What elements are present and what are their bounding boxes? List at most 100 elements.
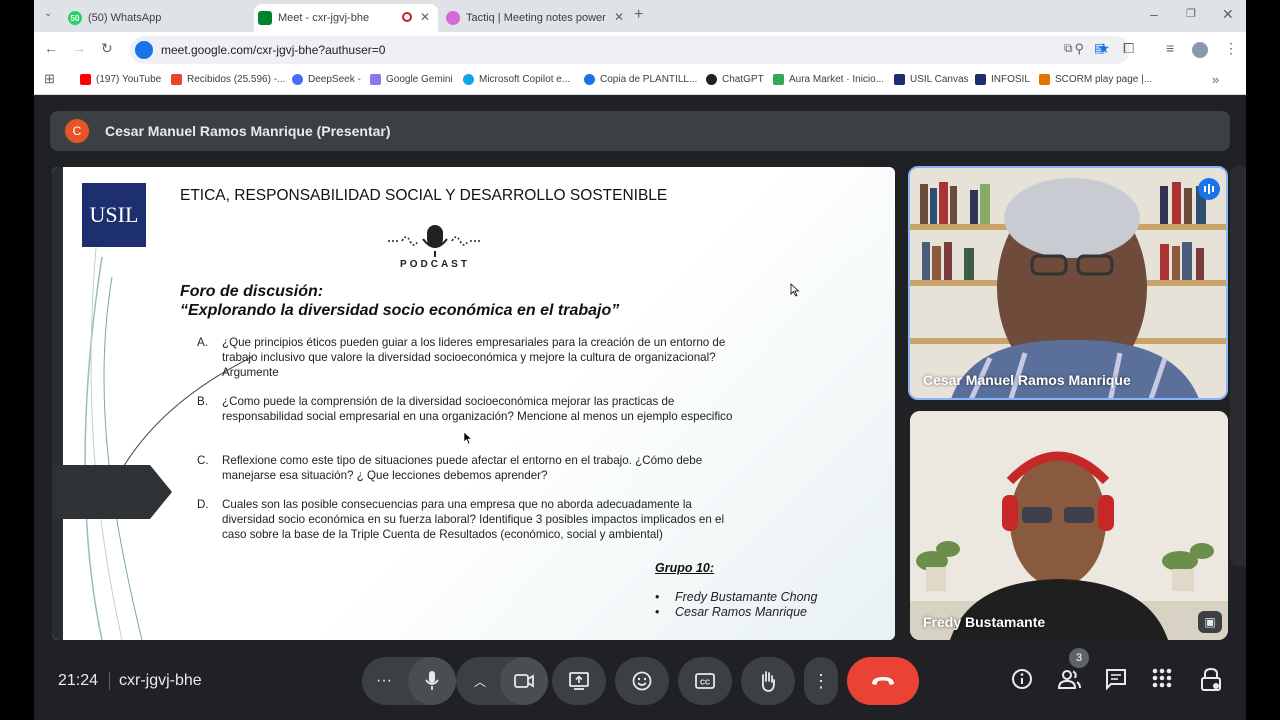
activities-button[interactable]	[1152, 668, 1172, 693]
bookmark-copilot[interactable]: Microsoft Copilot e...	[463, 74, 570, 85]
apps-grid-icon[interactable]: ⊞	[44, 71, 55, 87]
bookmark-aura-market[interactable]: Aura Market · Inicio...	[773, 74, 884, 85]
bookmark-usil-canvas[interactable]: USIL Canvas	[894, 74, 969, 85]
emoji-icon	[632, 671, 652, 691]
question-letter: C.	[197, 454, 209, 467]
more-vert-icon: ⋮	[812, 670, 830, 691]
tab-label: Meet - cxr-jgvj-bhe	[278, 12, 370, 24]
menu-icon[interactable]: ⋮	[1224, 40, 1238, 57]
participant-tile-fredy[interactable]: Fredy Bustamante ▣	[910, 411, 1228, 640]
browser-window: ⌄ 50 (50) WhatsApp ✕ Meet - cxr-jgvj-bhe…	[34, 0, 1246, 720]
usil-icon	[975, 74, 986, 85]
meeting-code: cxr-jgvj-bhe	[119, 672, 202, 689]
question-letter: A.	[197, 336, 208, 349]
question-letter: B.	[197, 395, 208, 408]
info-icon	[1012, 669, 1032, 689]
tab-label: (50) WhatsApp	[88, 12, 162, 24]
mic-control-group: ···	[362, 657, 456, 705]
present-screen-button[interactable]	[552, 657, 606, 705]
camera-icon	[514, 674, 534, 688]
participant-video	[910, 411, 1228, 640]
bookmark-youtube[interactable]: (197) YouTube	[80, 74, 161, 85]
leave-call-button[interactable]	[847, 657, 919, 705]
tab-tactiq[interactable]: Tactiq | Meeting notes powered ✕	[442, 4, 632, 32]
meet-icon	[258, 11, 272, 25]
divider	[109, 672, 110, 690]
participant-video	[910, 168, 1226, 398]
svg-text:CC: CC	[700, 680, 710, 687]
camera-control-group: ︿	[456, 657, 548, 705]
people-button[interactable]: 3	[1057, 648, 1089, 695]
meeting-controls-bar: 21:24 cxr-jgvj-bhe ··· ︿ CC ⋮ 3	[34, 648, 1246, 720]
chat-button[interactable]	[1105, 668, 1127, 695]
participant-tile-cesar[interactable]: Cesar Manuel Ramos Manrique	[908, 166, 1228, 400]
restore-icon[interactable]: ❐	[1186, 7, 1196, 20]
minimize-icon[interactable]: –	[1150, 6, 1158, 22]
presentation-header: C Cesar Manuel Ramos Manrique (Presentar…	[50, 111, 1230, 151]
group-member: • Fredy Bustamante Chong	[655, 590, 818, 604]
raise-hand-button[interactable]	[741, 657, 795, 705]
address-bar[interactable]: meet.google.com/cxr-jgvj-bhe?authuser=0 …	[130, 36, 1130, 64]
extension-icon[interactable]: ⧉	[1064, 41, 1073, 56]
host-controls-button[interactable]	[1200, 667, 1222, 697]
microphone-button[interactable]	[408, 657, 456, 705]
tab-search-icon[interactable]: ⌄	[44, 8, 52, 19]
forum-heading: Foro de discusión:	[180, 283, 324, 300]
participant-count-badge: 3	[1069, 648, 1089, 668]
chat-icon	[1106, 669, 1126, 691]
whatsapp-icon: 50	[68, 11, 82, 25]
podcast-label: PODCAST	[400, 259, 470, 270]
tactiq-icon	[446, 11, 460, 25]
camera-button[interactable]	[500, 657, 548, 705]
question-letter: D.	[197, 498, 209, 511]
bookmark-scorm[interactable]: SCORM play page |...	[1039, 74, 1152, 85]
reactions-button[interactable]	[615, 657, 669, 705]
site-info-icon[interactable]	[135, 41, 153, 59]
hang-up-icon	[872, 677, 894, 685]
chatgpt-icon	[706, 74, 717, 85]
bookmark-plantilla[interactable]: Copia de PLANTILL...	[584, 74, 697, 85]
scorm-icon	[1039, 74, 1050, 85]
presenter-avatar: C	[65, 119, 89, 143]
bookmark-deepseek[interactable]: DeepSeek -	[292, 74, 361, 85]
forum-subtitle: “Explorando la diversidad socio económic…	[180, 302, 620, 319]
tab-whatsapp[interactable]: 50 (50) WhatsApp ✕	[64, 4, 276, 32]
captions-button[interactable]: CC	[678, 657, 732, 705]
more-bookmarks-icon[interactable]: »	[1212, 72, 1219, 87]
bookmark-gemini[interactable]: Google Gemini	[370, 74, 453, 85]
meeting-info-button[interactable]	[1011, 668, 1033, 695]
participant-name: Cesar Manuel Ramos Manrique	[923, 372, 1131, 388]
bookmark-gmail[interactable]: Recibidos (25.596) -...	[171, 74, 285, 85]
bookmarks-bar: ⊞ (197) YouTube Recibidos (25.596) -... …	[34, 68, 1246, 95]
profile-avatar[interactable]	[1192, 42, 1208, 58]
media-icon[interactable]: ≡	[1166, 40, 1174, 56]
window-close-icon[interactable]: ✕	[1222, 6, 1234, 23]
presentation-slide: USIL ETICA, RESPONSABILIDAD SOCIAL Y DES…	[52, 167, 895, 640]
back-icon[interactable]: ←	[44, 40, 58, 56]
zoom-icon[interactable]: ⚲	[1074, 41, 1084, 57]
reload-icon[interactable]: ↻	[101, 40, 113, 57]
question-text: ¿Que principios éticos pueden guiar a lo…	[222, 336, 726, 379]
deepseek-icon	[292, 74, 303, 85]
tile-options-icon[interactable]: ▣	[1198, 611, 1222, 633]
tab-label: Tactiq | Meeting notes powered	[466, 12, 606, 24]
extensions-puzzle-icon[interactable]: ⧠	[1123, 40, 1134, 57]
tab-meet[interactable]: Meet - cxr-jgvj-bhe ✕	[254, 4, 438, 32]
apps-grid-icon	[1152, 668, 1172, 688]
more-audio-options-icon[interactable]: ···	[376, 672, 392, 690]
docs-icon[interactable]: ▤	[1094, 41, 1105, 55]
bookmark-infosil[interactable]: INFOSIL	[975, 74, 1030, 85]
close-icon[interactable]: ✕	[614, 10, 624, 24]
forward-icon[interactable]: →	[72, 40, 86, 56]
arrow-banner	[52, 465, 172, 519]
bookmark-chatgpt[interactable]: ChatGPT	[706, 74, 764, 85]
captions-icon: CC	[695, 673, 715, 689]
speaking-indicator-icon	[1198, 178, 1220, 200]
chevron-up-icon[interactable]: ︿	[474, 673, 486, 690]
globe-icon	[584, 74, 595, 85]
close-icon[interactable]: ✕	[420, 10, 430, 24]
shop-icon	[773, 74, 784, 85]
question-text: ¿Como puede la comprensión de la diversi…	[222, 395, 733, 423]
new-tab-icon[interactable]: +	[634, 6, 643, 24]
more-options-button[interactable]: ⋮	[804, 657, 838, 705]
